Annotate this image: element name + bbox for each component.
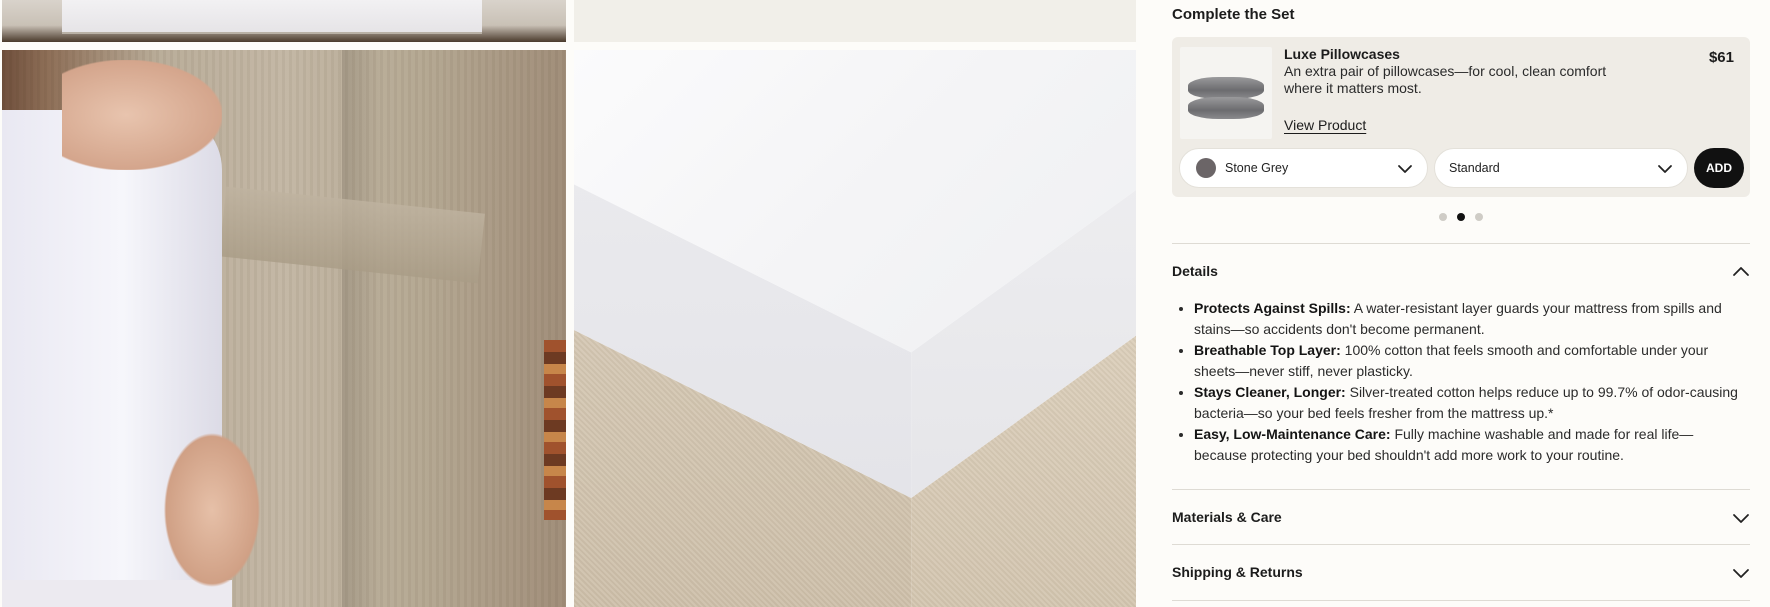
product-page: Complete the Set Luxe Pillowcases An ext…	[0, 0, 1770, 607]
pillowcase-thumbnail[interactable]	[1180, 47, 1272, 139]
upsell-card: Luxe Pillowcases An extra pair of pillow…	[1172, 37, 1750, 197]
accordion-materials-header[interactable]: Materials & Care	[1172, 502, 1750, 532]
accordion-shipping-header[interactable]: Shipping & Returns	[1172, 557, 1750, 587]
robe-belt	[219, 186, 485, 284]
accordion-details-header[interactable]: Details	[1172, 256, 1750, 286]
product-info-panel: Complete the Set Luxe Pillowcases An ext…	[1172, 0, 1750, 607]
chevron-down-icon	[1658, 165, 1672, 173]
gallery-image-person-fitting-protector[interactable]	[2, 50, 566, 607]
pillow-icon	[1188, 97, 1264, 119]
product-gallery	[0, 0, 1137, 607]
carousel-dots	[1439, 213, 1483, 221]
chevron-up-icon	[1733, 267, 1749, 276]
complete-the-set-title: Complete the Set	[1172, 6, 1295, 23]
size-select[interactable]: Standard	[1434, 148, 1688, 188]
chevron-down-icon	[1398, 165, 1412, 173]
details-item: Stays Cleaner, Longer: Silver-treated co…	[1194, 382, 1744, 424]
size-select-value: Standard	[1449, 161, 1500, 175]
hand-bottom	[162, 430, 262, 590]
color-swatch	[1196, 158, 1216, 178]
details-item: Protects Against Spills: A water-resista…	[1194, 298, 1744, 340]
carousel-dot-active[interactable]	[1457, 213, 1465, 221]
pillow-icon	[1188, 77, 1264, 99]
gallery-image-mattress-corner[interactable]	[574, 50, 1136, 607]
divider	[1172, 544, 1750, 545]
chevron-down-icon	[1733, 514, 1749, 523]
color-select[interactable]: Stone Grey	[1179, 148, 1428, 188]
accordion-shipping-title: Shipping & Returns	[1172, 564, 1303, 580]
add-to-cart-button[interactable]: ADD	[1694, 148, 1744, 188]
upsell-product-name: Luxe Pillowcases	[1284, 46, 1400, 62]
divider	[1172, 600, 1750, 601]
upsell-product-price: $61	[1708, 49, 1734, 66]
divider	[1172, 489, 1750, 490]
details-item: Easy, Low-Maintenance Care: Fully machin…	[1194, 424, 1744, 466]
rug-detail	[544, 340, 566, 520]
details-item: Breathable Top Layer: 100% cotton that f…	[1194, 340, 1744, 382]
carousel-dot[interactable]	[1439, 213, 1447, 221]
carousel-dot[interactable]	[1475, 213, 1483, 221]
robe-fold	[342, 50, 382, 607]
upsell-product-description: An extra pair of pillowcases—for cool, c…	[1284, 63, 1607, 96]
hand-top	[62, 60, 222, 170]
accordion-details-title: Details	[1172, 263, 1218, 279]
divider	[1172, 243, 1750, 244]
details-list: Protects Against Spills: A water-resista…	[1194, 298, 1744, 466]
accordion-materials-title: Materials & Care	[1172, 509, 1282, 525]
color-select-value: Stone Grey	[1225, 161, 1289, 175]
gallery-image-plain[interactable]	[574, 0, 1136, 42]
gallery-image-fitted-sheet[interactable]	[2, 0, 566, 42]
chevron-down-icon	[1733, 569, 1749, 578]
view-product-link[interactable]: View Product	[1284, 117, 1366, 133]
